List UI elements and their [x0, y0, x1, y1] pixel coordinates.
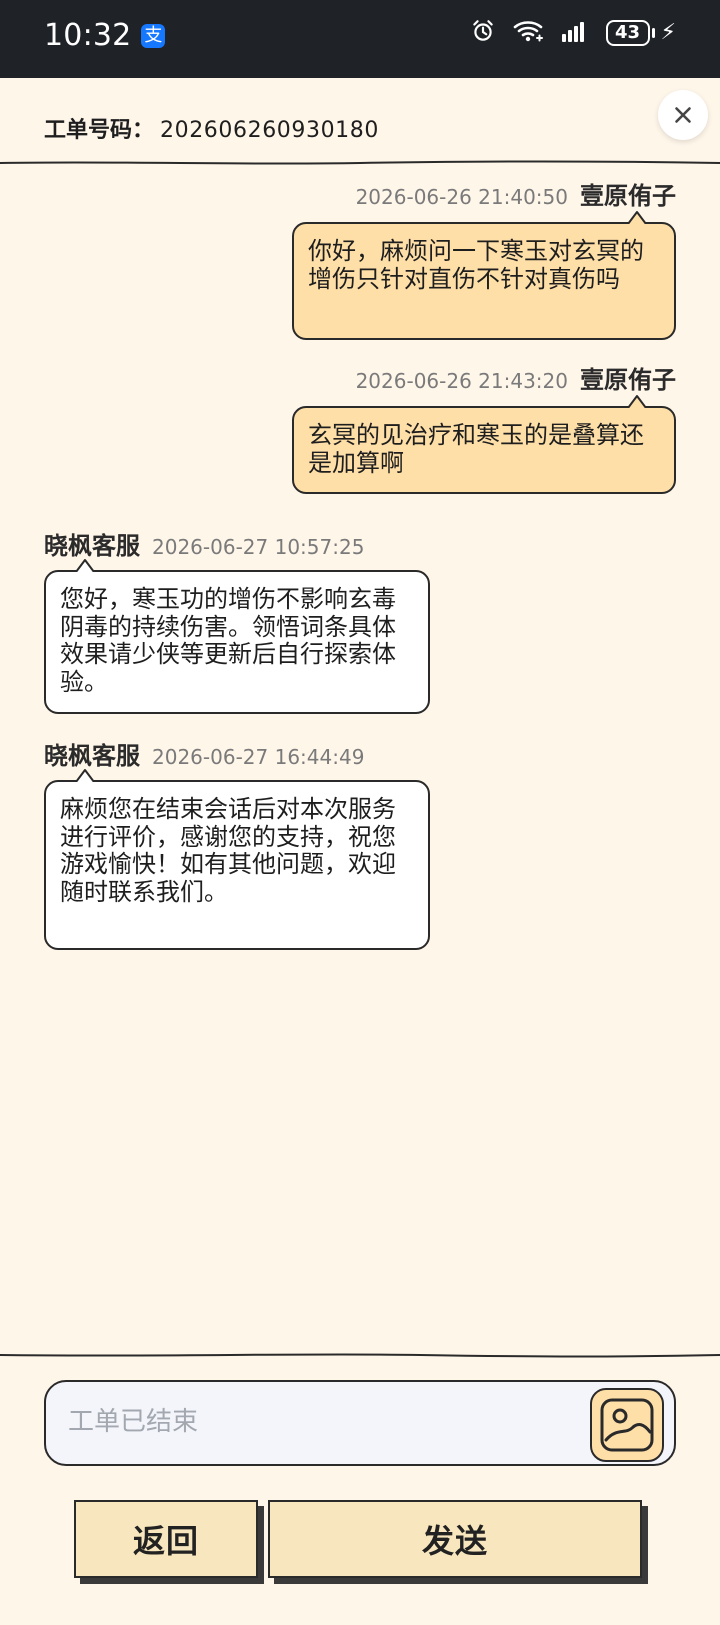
message-sender: 晓枫客服 — [44, 742, 140, 770]
message-item: 2026-06-26 21:43:20 壹原侑子 玄冥的见治疗和寒玉的是叠算还是… — [0, 360, 720, 500]
bottom-divider — [0, 1352, 720, 1358]
message-text: 玄冥的见治疗和寒玉的是叠算还是加算啊 — [308, 421, 644, 477]
status-left: 10:32 支 — [44, 18, 166, 53]
bubble-tail — [74, 768, 96, 782]
message-time: 2026-06-26 21:40:50 — [355, 185, 568, 209]
service-message-bubble: 您好，寒玉功的增伤不影响玄毒阴毒的持续伤害。领悟词条具体效果请少侠等更新后自行探… — [44, 559, 430, 714]
message-text: 麻烦您在结束会话后对本次服务进行评价，感谢您的支持，祝您游戏愉快！如有其他问题，… — [60, 795, 396, 906]
ticket-info: 工单号码： 202606260930180 — [44, 112, 379, 144]
message-meta: 2026-06-26 21:40:50 壹原侑子 — [356, 176, 676, 211]
send-button-label: 发送 — [421, 1522, 488, 1560]
bubble-tail — [74, 558, 96, 572]
wifi-icon — [512, 18, 544, 48]
image-icon — [600, 1398, 654, 1452]
ticket-label: 工单号码： — [44, 118, 155, 143]
message-text: 您好，寒玉功的增伤不影响玄毒阴毒的持续伤害。领悟词条具体效果请少侠等更新后自行探… — [60, 585, 396, 696]
back-button-label: 返回 — [132, 1522, 199, 1560]
bubble-tail — [626, 210, 648, 224]
status-right: 43 ⚡ — [470, 18, 676, 48]
ticket-number: 202606260930180 — [160, 118, 379, 143]
alipay-icon-text: 支 — [144, 24, 163, 46]
composer — [44, 1380, 676, 1466]
status-bar: 10:32 支 43 ⚡ — [0, 0, 720, 78]
bubble-tail — [626, 394, 648, 408]
message-meta: 晓枫客服 2026-06-27 16:44:49 — [44, 736, 364, 771]
message-meta: 晓枫客服 2026-06-27 10:57:25 — [44, 526, 364, 561]
header: 工单号码： 202606260930180 — [0, 78, 720, 166]
message-time: 2026-06-27 16:44:49 — [152, 745, 365, 769]
battery-tip — [651, 28, 655, 38]
alipay-icon: 支 — [141, 23, 166, 48]
message-sender: 晓枫客服 — [44, 532, 140, 560]
charging-icon: ⚡ — [660, 20, 676, 45]
alarm-icon — [470, 18, 496, 48]
message-time: 2026-06-26 21:43:20 — [355, 369, 568, 393]
message-item: 晓枫客服 2026-06-27 16:44:49 麻烦您在结束会话后对本次服务进… — [0, 736, 720, 976]
close-icon — [675, 107, 691, 123]
message-input[interactable] — [66, 1398, 546, 1446]
message-item: 晓枫客服 2026-06-27 10:57:25 您好，寒玉功的增伤不影响玄毒阴… — [0, 526, 720, 726]
service-message-bubble: 麻烦您在结束会话后对本次服务进行评价，感谢您的支持，祝您游戏愉快！如有其他问题，… — [44, 769, 430, 950]
signal-icon — [560, 18, 590, 48]
message-sender: 壹原侑子 — [580, 366, 676, 394]
message-meta: 2026-06-26 21:43:20 壹原侑子 — [356, 360, 676, 395]
send-button[interactable]: 发送 — [268, 1500, 642, 1578]
message-time: 2026-06-27 10:57:25 — [152, 535, 365, 559]
message-sender: 壹原侑子 — [580, 182, 676, 210]
user-message-bubble: 你好，麻烦问一下寒玉对玄冥的增伤只针对直伤不针对真伤吗 — [292, 211, 676, 340]
action-bar: 返回 发送 — [0, 1500, 720, 1590]
user-message-bubble: 玄冥的见治疗和寒玉的是叠算还是加算啊 — [292, 395, 676, 494]
image-button[interactable] — [590, 1388, 664, 1462]
status-time: 10:32 — [44, 18, 132, 53]
back-button[interactable]: 返回 — [74, 1500, 258, 1578]
battery-level: 43 — [605, 20, 650, 46]
close-button[interactable] — [658, 90, 708, 140]
message-text: 你好，麻烦问一下寒玉对玄冥的增伤只针对直伤不针对真伤吗 — [308, 237, 644, 293]
message-item: 2026-06-26 21:40:50 壹原侑子 你好，麻烦问一下寒玉对玄冥的增… — [0, 176, 720, 346]
chat-area: 2026-06-26 21:40:50 壹原侑子 你好，麻烦问一下寒玉对玄冥的增… — [0, 166, 720, 1352]
battery-icon: 43 ⚡ — [605, 19, 676, 47]
